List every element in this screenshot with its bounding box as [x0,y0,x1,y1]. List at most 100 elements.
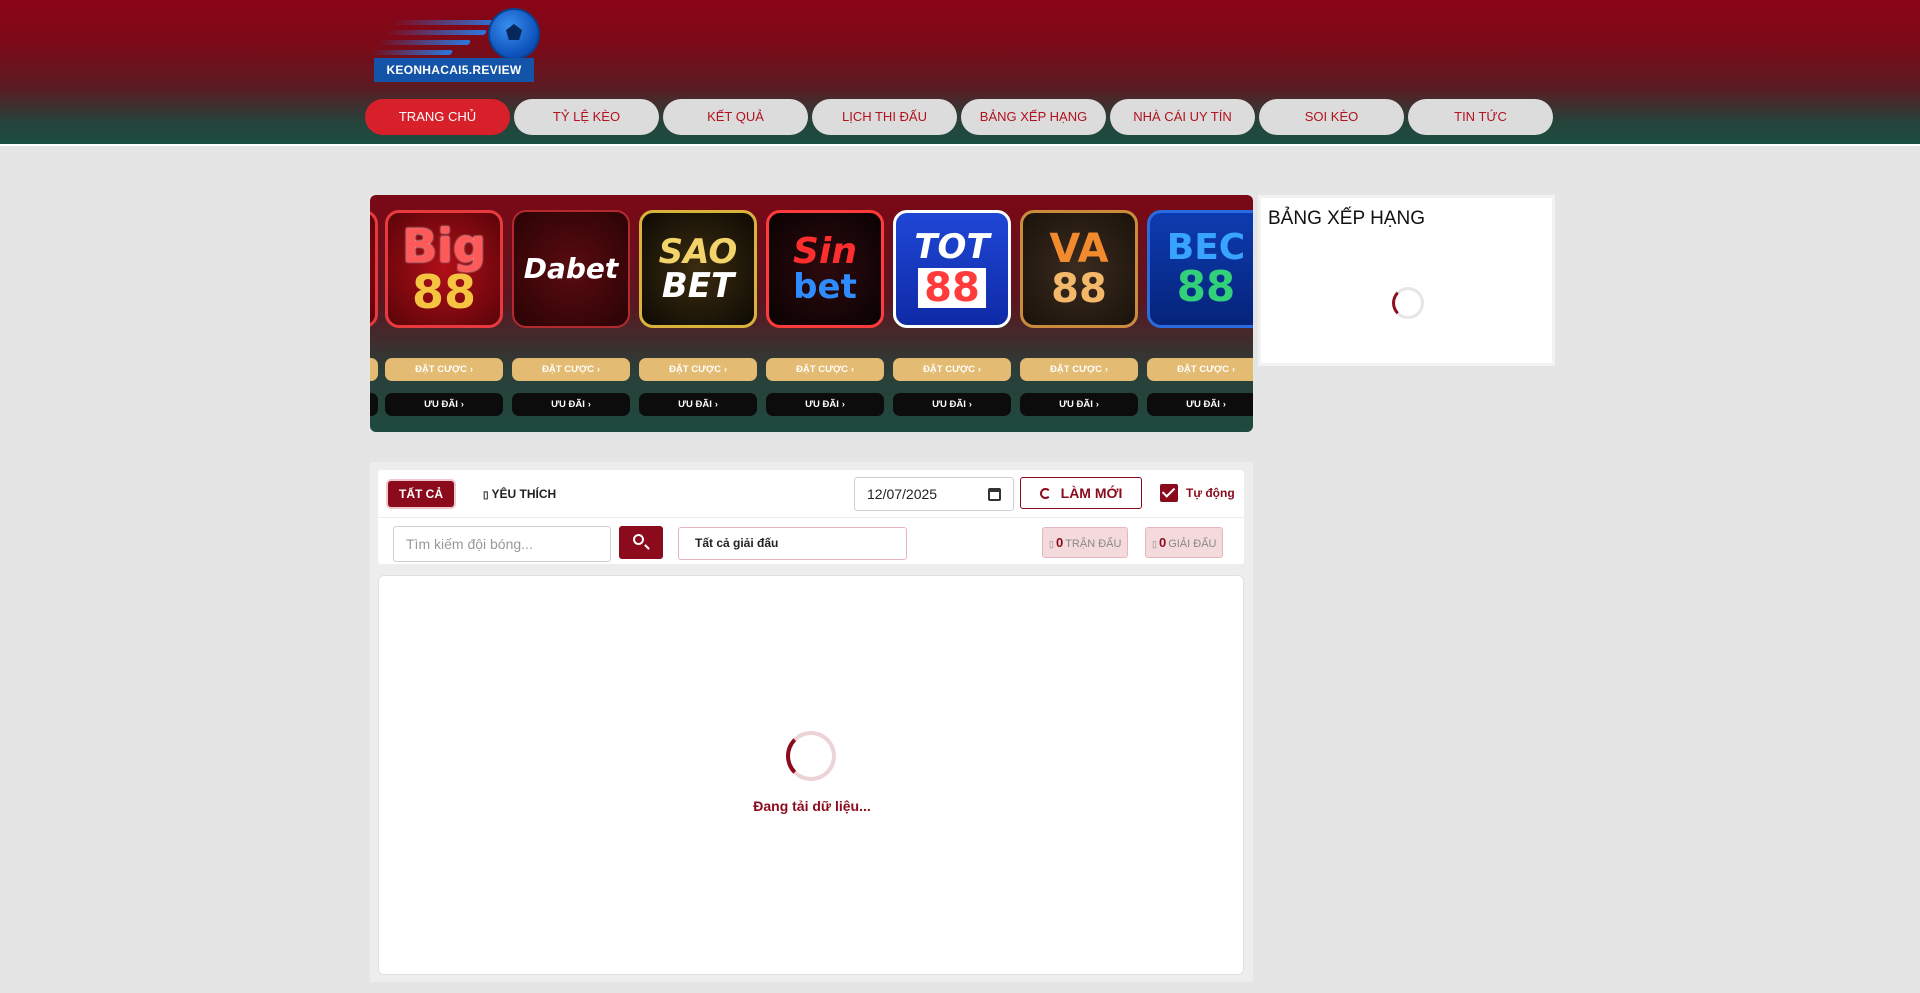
standings-title: BẢNG XẾP HẠNG [1268,208,1425,229]
chevron-right-icon: › [841,399,845,409]
loading-text: Đang tải dữ liệu... [753,798,871,814]
nav-item-nha-cai-uy-tin[interactable]: NHÀ CÁI UY TÍN [1110,99,1255,135]
bookmaker-logo-saobet[interactable]: SAO BET [639,210,757,328]
leagues-count-badge: ▯ 0 GIẢI ĐẤU [1145,527,1224,558]
refresh-button[interactable]: LÀM MỚI [1020,477,1142,509]
promo-button[interactable]: ƯU ĐÃI › [512,393,630,416]
bookmaker-logo-sinbet[interactable]: Sin bet [766,210,884,328]
bookmaker-logo-bec88[interactable]: BEC 88 [1147,210,1253,328]
promo-button-label: ƯU ĐÃI [805,399,839,410]
bet-button-label: ĐẶT CƯỢC [1177,364,1229,375]
star-icon: ▯ [483,490,489,501]
bookmaker-card-tot88: TOT 88 ĐẶT CƯỢC › ƯU ĐÃI › [893,210,1011,416]
chevron-right-icon: › [850,364,854,374]
bookmaker-card-va88: VA 88 ĐẶT CƯỢC › ƯU ĐÃI › [1020,210,1138,416]
nav-item-ty-le-keo[interactable]: TỶ LỆ KÈO [514,99,659,135]
ball-icon: ▯ [1049,539,1054,549]
chevron-right-icon: › [596,364,600,374]
leagues-count: 0 [1158,535,1167,550]
main-nav: TRANG CHỦ TỶ LỆ KÈO KẾT QUẢ LỊCH THI ĐẤU… [365,99,1553,135]
bookmaker-logo-big88[interactable]: Big 88 [385,210,503,328]
chevron-right-icon: › [714,399,718,409]
logo-text-line1: TOT [914,227,990,267]
matches-panel: TẤT CẢ ▯ YÊU THÍCH 12/07/2025 LÀM MỚI Tự … [370,462,1253,982]
auto-refresh-label[interactable]: Tự động [1186,484,1235,502]
leagues-count-label: GIẢI ĐẤU [1168,538,1217,550]
nav-item-lich-thi-dau[interactable]: LỊCH THI ĐẤU [812,99,957,135]
promo-button[interactable] [370,393,378,416]
trophy-icon: ▯ [1152,539,1157,549]
bet-button[interactable]: ĐẶT CƯỢC › [385,358,503,381]
chevron-right-icon: › [1222,399,1226,409]
logo-text-line1: Dabet [523,252,619,285]
nav-item-soi-keo[interactable]: SOI KÈO [1259,99,1404,135]
site-logo[interactable]: KEONHACAI5.REVIEW [370,6,540,82]
bet-button[interactable]: ĐẶT CƯỢC › [639,358,757,381]
search-icon [633,534,644,545]
logo-text-line2: BET [661,266,735,306]
matches-list: Đang tải dữ liệu... [378,575,1244,975]
logo-text-line1: Sin [793,231,857,272]
bet-button-label: ĐẶT CƯỢC [796,364,848,375]
chevron-right-icon: › [460,399,464,409]
filter-toolbar: TẤT CẢ ▯ YÊU THÍCH 12/07/2025 LÀM MỚI Tự … [378,470,1244,564]
bookmaker-logo[interactable] [370,210,378,328]
promo-button[interactable]: ƯU ĐÃI › [893,393,1011,416]
bookmaker-logo-dabet[interactable]: Dabet [512,210,630,328]
chevron-right-icon: › [587,399,591,409]
promo-button[interactable]: ƯU ĐÃI › [1020,393,1138,416]
loading-spinner-icon [1392,287,1424,319]
chevron-right-icon: › [1104,364,1108,374]
logo-text: KEONHACAI5.REVIEW [374,58,534,82]
chevron-right-icon: › [1095,399,1099,409]
league-select[interactable]: Tất cả giải đấu [678,527,907,560]
bet-button[interactable] [370,358,378,381]
promo-button-label: ƯU ĐÃI [1059,399,1093,410]
site-header: KEONHACAI5.REVIEW TRANG CHỦ TỶ LỆ KÈO KẾ… [0,0,1920,144]
promo-button-label: ƯU ĐÃI [1186,399,1220,410]
bookmaker-logo-va88[interactable]: VA 88 [1020,210,1138,328]
search-button[interactable] [619,526,663,559]
promo-button[interactable]: ƯU ĐÃI › [766,393,884,416]
bet-button-label: ĐẶT CƯỢC [669,364,721,375]
promo-button-label: ƯU ĐÃI [678,399,712,410]
nav-item-trang-chu[interactable]: TRANG CHỦ [365,99,510,135]
bet-button[interactable]: ĐẶT CƯỢC › [1147,358,1253,381]
calendar-icon[interactable] [988,488,1001,501]
logo-streak [384,30,488,35]
matches-count: 0 [1055,535,1064,550]
promo-button-label: ƯU ĐÃI [932,399,966,410]
bet-button[interactable]: ĐẶT CƯỢC › [1020,358,1138,381]
header-divider [0,144,1920,146]
tab-favorites[interactable]: ▯ YÊU THÍCH [483,481,556,507]
tab-favorites-label: YÊU THÍCH [491,487,557,501]
nav-item-ket-qua[interactable]: KẾT QUẢ [663,99,808,135]
loading-spinner-icon [786,731,836,781]
date-picker[interactable]: 12/07/2025 [854,477,1014,511]
logo-text-line2: 88 [411,265,476,319]
promo-button[interactable]: ƯU ĐÃI › [1147,393,1253,416]
logo-streak [370,50,454,55]
nav-item-tin-tuc[interactable]: TIN TỨC [1408,99,1553,135]
date-value: 12/07/2025 [867,486,938,502]
auto-refresh-checkbox[interactable] [1160,484,1178,502]
logo-text-line1: VA [1049,226,1109,272]
logo-text-line2: 88 [1051,266,1107,312]
tab-all[interactable]: TẤT CẢ [388,481,454,507]
nav-item-bang-xep-hang[interactable]: BẢNG XẾP HẠNG [961,99,1106,135]
chevron-right-icon: › [1231,364,1235,374]
matches-count-label: TRẬN ĐẤU [1065,538,1122,550]
promo-button[interactable]: ƯU ĐÃI › [639,393,757,416]
logo-text-line2: 88 [1176,262,1236,311]
bookmaker-card-big88: Big 88 ĐẶT CƯỢC › ƯU ĐÃI › [385,210,503,416]
bookmaker-logo-tot88[interactable]: TOT 88 [893,210,1011,328]
toolbar-divider [378,517,1244,518]
bet-button[interactable]: ĐẶT CƯỢC › [893,358,1011,381]
bookmaker-card-saobet: SAO BET ĐẶT CƯỢC › ƯU ĐÃI › [639,210,757,416]
promo-button[interactable]: ƯU ĐÃI › [385,393,503,416]
bet-button[interactable]: ĐẶT CƯỢC › [766,358,884,381]
bet-button[interactable]: ĐẶT CƯỢC › [512,358,630,381]
refresh-icon [1039,488,1051,499]
team-search-input[interactable]: Tìm kiếm đội bóng... [393,526,611,562]
refresh-button-label: LÀM MỚI [1060,485,1123,501]
